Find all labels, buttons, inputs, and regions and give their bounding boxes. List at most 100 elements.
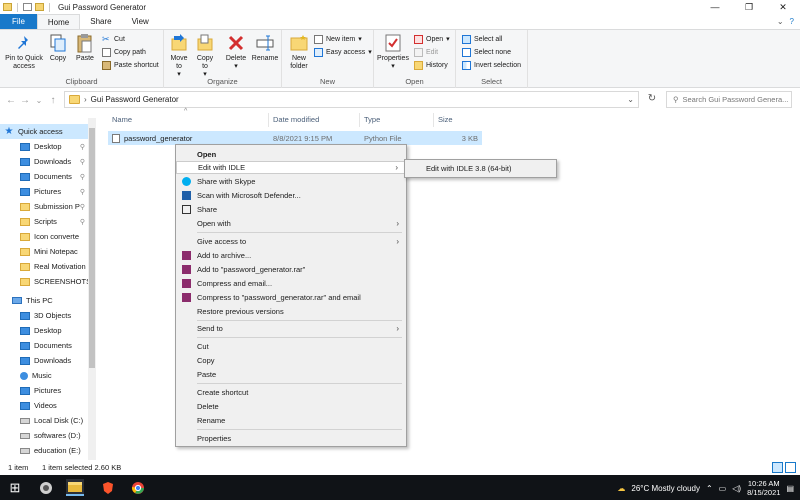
menu-item-delete[interactable]: Delete xyxy=(176,400,406,413)
nav-item[interactable]: 3D Objects xyxy=(0,308,88,323)
copy-to-button[interactable]: Copy to ▾ xyxy=(194,33,216,79)
forward-button[interactable]: → xyxy=(18,95,32,106)
nav-this-pc[interactable]: This PC xyxy=(0,293,88,308)
pin-quick-access-button[interactable]: Pin to Quick access xyxy=(4,33,44,71)
nav-quick-access[interactable]: ★ Quick access xyxy=(0,124,88,139)
nav-item[interactable]: Downloads xyxy=(0,353,88,368)
column-type[interactable]: Type xyxy=(364,113,380,127)
close-button[interactable]: ✕ xyxy=(766,0,800,14)
select-none-button[interactable]: Select none xyxy=(462,48,511,57)
recent-locations-button[interactable]: ⌄ xyxy=(32,96,46,105)
column-divider[interactable] xyxy=(433,113,434,127)
menu-item-paste[interactable]: Paste xyxy=(176,368,406,381)
brave-browser-icon[interactable] xyxy=(99,479,117,496)
nav-item[interactable]: Downloads ⚲ xyxy=(0,154,88,169)
nav-item[interactable]: Scripts ⚲ xyxy=(0,214,88,229)
search-input[interactable]: ⚲ Search Gui Password Genera... xyxy=(666,91,792,108)
nav-item[interactable]: Icon converte xyxy=(0,229,88,244)
nav-item[interactable]: Music xyxy=(0,368,88,383)
start-icon[interactable]: ⊞ xyxy=(6,479,24,496)
address-bar[interactable]: › Gui Password Generator ⌄ xyxy=(64,91,639,108)
nav-scrollbar[interactable] xyxy=(88,118,96,460)
up-button[interactable]: ↑ xyxy=(46,95,60,106)
details-view-icon[interactable] xyxy=(772,462,783,473)
nav-item[interactable]: Submission P ⚲ xyxy=(0,199,88,214)
menu-item-properties[interactable]: Properties xyxy=(176,432,406,445)
menu-item-open[interactable]: Open xyxy=(176,148,406,161)
help-icon[interactable]: ? xyxy=(790,17,794,26)
easy-access-button[interactable]: Easy access ▾ xyxy=(314,48,372,57)
rename-button[interactable]: Rename xyxy=(251,33,279,63)
nav-item[interactable]: education (E:) xyxy=(0,443,88,458)
select-all-button[interactable]: Select all xyxy=(462,35,502,44)
nav-item[interactable]: Documents xyxy=(0,338,88,353)
nav-item[interactable]: Videos xyxy=(0,398,88,413)
nav-item[interactable]: Desktop xyxy=(0,323,88,338)
open-button[interactable]: Open ▾ xyxy=(414,35,450,44)
menu-item-create-shortcut[interactable]: Create shortcut xyxy=(176,386,406,399)
properties-icon[interactable] xyxy=(23,3,32,11)
volume-icon[interactable]: ◁) xyxy=(732,484,741,493)
weather-icon[interactable]: ☁ xyxy=(617,484,625,493)
nav-item[interactable]: Mini Notepac xyxy=(0,244,88,259)
scrollbar-thumb[interactable] xyxy=(89,128,95,368)
menu-item-copy[interactable]: Copy xyxy=(176,354,406,367)
column-size[interactable]: Size xyxy=(438,113,453,127)
edit-button[interactable]: Edit xyxy=(414,48,438,57)
tab-file[interactable]: File xyxy=(0,14,37,29)
new-item-button[interactable]: New item ▾ xyxy=(314,35,362,44)
menu-item-add-archive[interactable]: Add to archive... xyxy=(176,249,406,262)
chevron-up-icon[interactable]: ⌃ xyxy=(706,484,713,493)
paste-shortcut-button[interactable]: Paste shortcut xyxy=(102,61,159,70)
menu-item-restore-versions[interactable]: Restore previous versions xyxy=(176,305,406,318)
nav-item[interactable]: Desktop ⚲ xyxy=(0,139,88,154)
menu-item-edit-with-idle-38[interactable]: Edit with IDLE 3.8 (64-bit) xyxy=(426,164,511,173)
minimize-button[interactable]: — xyxy=(698,0,732,14)
file-row[interactable]: password_generator 8/8/2021 9:15 PM Pyth… xyxy=(108,131,482,145)
maximize-button[interactable]: ❐ xyxy=(732,0,766,14)
properties-button[interactable]: Properties ▾ xyxy=(376,33,410,71)
nav-item[interactable]: Pictures xyxy=(0,383,88,398)
menu-item-share-skype[interactable]: Share with Skype xyxy=(176,175,406,188)
menu-item-add-rar[interactable]: Add to "password_generator.rar" xyxy=(176,263,406,276)
tab-view[interactable]: View xyxy=(122,14,159,29)
copy-path-button[interactable]: Copy path xyxy=(102,48,146,57)
weather-text[interactable]: 26°C Mostly cloudy xyxy=(631,484,700,493)
app-icon[interactable] xyxy=(37,479,55,496)
clock[interactable]: 10:26 AM 8/15/2021 xyxy=(747,479,780,497)
expand-ribbon-icon[interactable]: ⌄ xyxy=(777,17,784,26)
tab-share[interactable]: Share xyxy=(80,14,121,29)
menu-item-compress-email[interactable]: Compress and email... xyxy=(176,277,406,290)
chrome-icon[interactable] xyxy=(129,479,147,496)
nav-item[interactable]: SCREENSHOTS xyxy=(0,274,88,289)
column-name[interactable]: Name xyxy=(112,113,132,127)
nav-item[interactable]: Real Motivation xyxy=(0,259,88,274)
new-folder-button[interactable]: New folder xyxy=(286,33,312,71)
new-folder-icon[interactable] xyxy=(35,3,44,11)
menu-item-rename[interactable]: Rename xyxy=(176,414,406,427)
column-divider[interactable] xyxy=(268,113,269,127)
breadcrumb[interactable]: Gui Password Generator xyxy=(91,95,179,104)
notifications-icon[interactable]: ▤ xyxy=(786,484,794,493)
menu-item-share[interactable]: Share xyxy=(176,203,406,216)
cut-button[interactable]: ✂ Cut xyxy=(102,35,125,44)
nav-item[interactable]: Documents ⚲ xyxy=(0,169,88,184)
menu-item-compress-rar-email[interactable]: Compress to "password_generator.rar" and… xyxy=(176,291,406,304)
tab-home[interactable]: Home xyxy=(36,14,81,29)
network-icon[interactable]: ▭ xyxy=(719,484,727,493)
back-button[interactable]: ← xyxy=(4,95,18,106)
menu-item-send-to[interactable]: Send to › xyxy=(176,322,406,335)
chevron-down-icon[interactable]: ⌄ xyxy=(627,95,634,104)
nav-item[interactable]: Local Disk (C:) xyxy=(0,413,88,428)
paste-button[interactable]: Paste xyxy=(73,33,97,63)
menu-item-cut[interactable]: Cut xyxy=(176,340,406,353)
menu-item-give-access[interactable]: Give access to › xyxy=(176,235,406,248)
copy-button[interactable]: Copy xyxy=(46,33,70,63)
delete-button[interactable]: Delete ▾ xyxy=(224,33,248,71)
file-explorer-icon[interactable] xyxy=(66,479,84,496)
column-date-modified[interactable]: Date modified xyxy=(273,113,319,127)
nav-item[interactable]: softwares (D:) xyxy=(0,428,88,443)
menu-item-open-with[interactable]: Open with › xyxy=(176,217,406,230)
move-to-button[interactable]: Move to ▾ xyxy=(168,33,190,79)
refresh-button[interactable]: ↻ xyxy=(645,93,659,107)
